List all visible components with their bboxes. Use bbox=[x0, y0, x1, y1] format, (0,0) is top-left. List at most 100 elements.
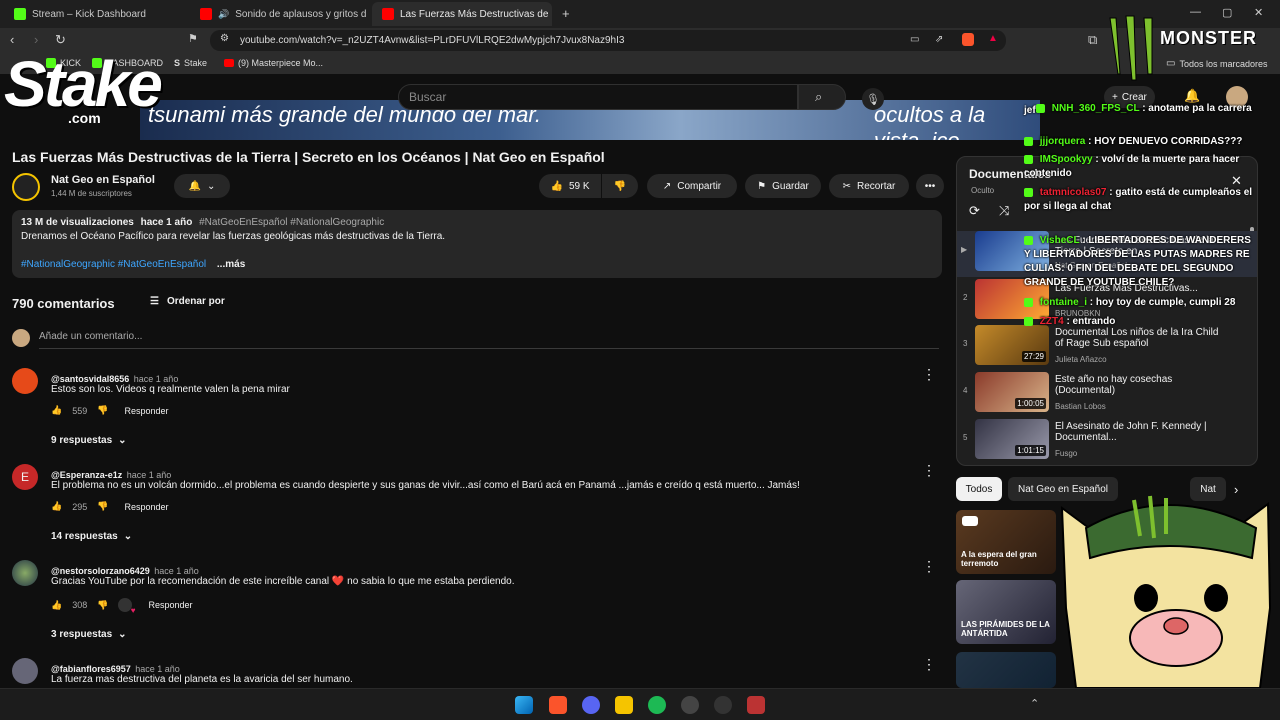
chat-user: IMSpookyy bbox=[1039, 154, 1093, 165]
tab-label: Stream – Kick Dashboard bbox=[32, 8, 146, 20]
recommendation-thumbnail[interactable] bbox=[956, 652, 1056, 688]
sort-label: Ordenar por bbox=[166, 296, 225, 307]
share-page-icon[interactable]: ⇗ bbox=[935, 34, 943, 45]
comment-time[interactable]: hace 1 año bbox=[127, 470, 172, 480]
new-tab-icon[interactable]: + bbox=[562, 6, 570, 21]
description-tags[interactable]: #NationalGeographic #NatGeoEnEspañol bbox=[21, 259, 206, 270]
forward-icon[interactable]: › bbox=[34, 32, 38, 47]
description-hashtags[interactable]: #NatGeoEnEspañol #NationalGeographic bbox=[199, 217, 384, 228]
comment-avatar[interactable] bbox=[12, 560, 38, 586]
bookmark-icon[interactable]: ⚑ bbox=[188, 32, 198, 45]
comment-avatar[interactable] bbox=[12, 658, 38, 684]
user-avatar bbox=[12, 329, 30, 347]
brave-shield-icon[interactable] bbox=[962, 33, 974, 46]
view-replies-button[interactable]: 9 respuestas ⌄ bbox=[51, 435, 127, 446]
app-icon[interactable] bbox=[714, 696, 732, 714]
comment-menu-icon[interactable]: ⋮ bbox=[922, 366, 936, 383]
comment-user[interactable]: @santosvidal8656 bbox=[51, 374, 129, 384]
valorant-icon[interactable] bbox=[747, 696, 765, 714]
comment-menu-icon[interactable]: ⋮ bbox=[922, 558, 936, 575]
playlist-index: 2 bbox=[963, 293, 968, 302]
show-more-link[interactable]: ...más bbox=[217, 259, 245, 270]
thumbs-down-icon[interactable]: 👎 bbox=[97, 405, 108, 416]
recommendation-thumbnail[interactable]: LAS PIRÁMIDES DE LA ANTÁRTIDA bbox=[956, 580, 1056, 644]
chip-todos[interactable]: Todos bbox=[956, 477, 1002, 501]
tab-sonido-aplausos[interactable]: 🔊 Sonido de aplausos y gritos d bbox=[190, 2, 370, 26]
playlist-item-title: Este año no hay cosechas (Documental) bbox=[1055, 374, 1173, 396]
minimize-icon[interactable]: — bbox=[1190, 6, 1201, 18]
share-button[interactable]: ↗ Compartir bbox=[647, 174, 737, 198]
chevron-down-icon: ⌄ bbox=[118, 435, 127, 446]
shuffle-icon[interactable]: ⤨ bbox=[999, 203, 1009, 219]
thumbs-down-icon[interactable]: 👎 bbox=[97, 600, 108, 611]
reply-button[interactable]: Responder bbox=[148, 600, 192, 610]
view-replies-button[interactable]: 14 respuestas ⌄ bbox=[51, 531, 132, 542]
windows-start-icon[interactable] bbox=[515, 696, 533, 714]
thumbs-down-icon[interactable]: 👎 bbox=[97, 501, 108, 512]
playlist-item[interactable]: 5 1:01:15 El Asesinato de John F. Kenned… bbox=[957, 419, 1257, 465]
thumbs-up-icon[interactable]: 👍 bbox=[51, 600, 62, 611]
search-button[interactable]: ⌕ bbox=[798, 84, 846, 110]
description-box[interactable]: 13 M de visualizaciones hace 1 año #NatG… bbox=[12, 210, 942, 278]
comment-avatar[interactable]: E bbox=[12, 464, 38, 490]
spotify-icon[interactable] bbox=[648, 696, 666, 714]
recommendation-thumbnail[interactable]: A la espera del gran terremoto bbox=[956, 510, 1056, 574]
chevron-up-icon[interactable]: ⌃ bbox=[1030, 697, 1039, 710]
like-button[interactable]: 👍 59 K bbox=[539, 174, 601, 198]
add-comment-input[interactable]: Añade un comentario... bbox=[39, 331, 939, 349]
reply-button[interactable]: Responder bbox=[124, 502, 168, 512]
clip-button[interactable]: ✂ Recortar bbox=[829, 174, 909, 198]
playlist-thumbnail[interactable]: 27:29 bbox=[975, 325, 1049, 365]
playlist-thumbnail[interactable]: 1:01:15 bbox=[975, 419, 1049, 459]
comment-user[interactable]: @nestorsolorzano6429 bbox=[51, 566, 150, 576]
site-info-icon[interactable]: ⚙ bbox=[220, 33, 229, 44]
bookmark-masterpiece[interactable]: (9) Masterpiece Mo... bbox=[224, 58, 323, 68]
obs-icon[interactable] bbox=[681, 696, 699, 714]
back-icon[interactable]: ‹ bbox=[10, 32, 14, 47]
playlist-item[interactable]: 4 1:00:05 Este año no hay cosechas (Docu… bbox=[957, 372, 1257, 418]
playlist-thumbnail[interactable]: 1:00:05 bbox=[975, 372, 1049, 412]
reload-icon[interactable]: ↻ bbox=[55, 32, 66, 48]
chevron-down-icon: ⌄ bbox=[123, 531, 133, 542]
speaker-icon[interactable]: 🔊 bbox=[218, 9, 229, 20]
search-input[interactable]: Buscar bbox=[398, 84, 798, 110]
close-window-icon[interactable]: ✕ bbox=[1254, 6, 1263, 19]
loop-icon[interactable]: ⟳ bbox=[969, 203, 980, 219]
comment-avatar[interactable] bbox=[12, 368, 38, 394]
bookmark-stake[interactable]: S Stake bbox=[174, 58, 207, 68]
kick-badge-icon bbox=[1024, 297, 1033, 307]
cast-icon[interactable]: ▭ bbox=[910, 34, 919, 45]
save-button[interactable]: ⚑ Guardar bbox=[745, 174, 821, 198]
dislike-button[interactable]: 👎 bbox=[602, 174, 638, 198]
comment-menu-icon[interactable]: ⋮ bbox=[922, 462, 936, 479]
playlist-item[interactable]: 3 27:29 Documental Los niños de la Ira C… bbox=[957, 325, 1257, 371]
brave-rewards-icon[interactable]: ▲ bbox=[988, 33, 998, 44]
address-bar[interactable]: ⚙ youtube.com/watch?v=_n2UZT4Avnw&list=P… bbox=[210, 30, 1006, 51]
brave-browser-icon[interactable] bbox=[549, 696, 567, 714]
thumbs-up-icon[interactable]: 👍 bbox=[51, 405, 62, 416]
extensions-icon[interactable]: ⧉ bbox=[1088, 32, 1097, 48]
discord-icon[interactable] bbox=[582, 696, 600, 714]
comment-user[interactable]: @Esperanza-e1z bbox=[51, 470, 122, 480]
comment-time[interactable]: hace 1 año bbox=[154, 566, 199, 576]
file-explorer-icon[interactable] bbox=[615, 696, 633, 714]
sort-comments-button[interactable]: ☰ Ordenar por bbox=[150, 296, 225, 307]
comment-menu-icon[interactable]: ⋮ bbox=[922, 656, 936, 673]
all-bookmarks[interactable]: ▭ Todos los marcadores bbox=[1166, 58, 1268, 69]
windows-taskbar: ⌃ bbox=[0, 688, 1280, 720]
microphone-icon[interactable]: 🎙 bbox=[862, 88, 884, 110]
bookmark-label: Todos los marcadores bbox=[1179, 58, 1268, 69]
subscription-bell-button[interactable]: 🔔 ⌄ bbox=[174, 174, 230, 198]
tab-kick-dashboard[interactable]: Stream – Kick Dashboard bbox=[4, 2, 190, 26]
tab-las-fuerzas[interactable]: Las Fuerzas Más Destructivas de ✕ bbox=[372, 2, 552, 26]
comment-time[interactable]: hace 1 año bbox=[134, 374, 179, 384]
maximize-icon[interactable]: ▢ bbox=[1222, 6, 1232, 19]
channel-avatar[interactable] bbox=[12, 173, 40, 201]
channel-name[interactable]: Nat Geo en Español bbox=[51, 174, 155, 186]
reply-button[interactable]: Responder bbox=[124, 406, 168, 416]
comment-time[interactable]: hace 1 año bbox=[135, 664, 180, 674]
view-replies-button[interactable]: 3 respuestas ⌄ bbox=[51, 629, 127, 640]
thumbs-up-icon[interactable]: 👍 bbox=[51, 501, 62, 512]
more-actions-button[interactable]: ••• bbox=[916, 174, 944, 198]
comment-user[interactable]: @fabianflores6957 bbox=[51, 664, 131, 674]
